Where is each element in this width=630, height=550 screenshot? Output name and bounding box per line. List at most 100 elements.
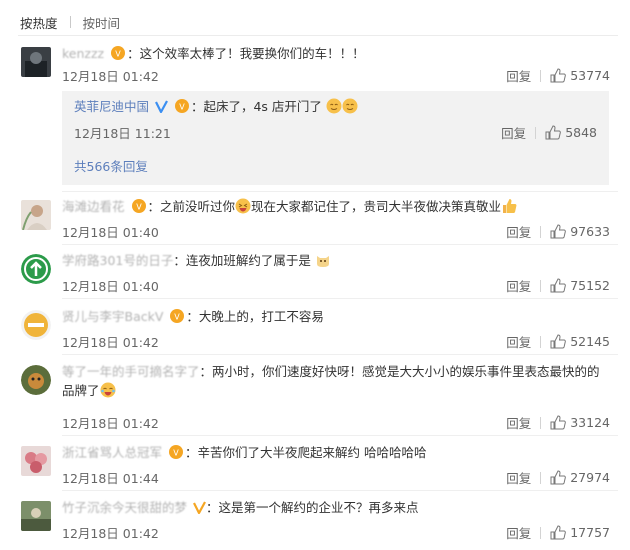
like-count: 53774 [570,68,610,83]
svg-text:V: V [173,449,179,458]
cat-emoji-icon [316,256,329,267]
comment-username[interactable]: kenzzz [62,46,104,61]
verified-v-icon [155,100,168,113]
comment-text: ：大晚上的，打工不容易 [186,309,324,324]
reply-text: ：起床了，4s 店开门了 [190,99,322,114]
comment-date: 12月18日 01:42 [62,416,159,431]
action-separator [540,416,542,429]
avatar[interactable] [21,501,51,531]
like-count: 27974 [570,470,610,485]
reply-button[interactable]: 回复 [506,276,531,295]
vip-badge-icon: V [110,45,127,61]
thumb-up-icon[interactable] [550,68,567,83]
thumb-up-icon[interactable] [550,224,567,239]
svg-text:V: V [115,50,121,59]
reply-actions: 回复 5848 [501,123,597,142]
thumb-up-icon[interactable] [545,125,562,140]
thumb-up-icon[interactable] [550,278,567,293]
vip-badge-icon: V [168,444,185,460]
emoji-icon [342,98,358,114]
comment-actions: 回复 33124 [506,413,610,432]
action-separator [540,471,542,484]
reply-button[interactable]: 回复 [506,468,531,487]
comment-date: 12月18日 01:42 [62,69,159,84]
comment-item: 学府路301号的日子：连夜加班解约了属于是 12月18日 01:40 回复 75… [18,251,618,294]
vip-badge-icon: V [174,98,191,114]
comment-item: 等了一年的手可摘名字了：两小时，你们速度好快呀！感觉是大大小小的娱乐事件里表态最… [18,362,618,431]
reply-button[interactable]: 回复 [506,332,531,351]
comment-date: 12月18日 01:40 [62,225,159,240]
comment-item: 浙江省骂人总冠军 V ：辛苦你们了大半夜爬起来解约 哈哈哈哈哈 12月18日 01… [18,443,618,486]
comment-item: kenzzz V ：这个效率太棒了！我要换你们的车！！！ 12月18日 01:42… [18,44,618,84]
thumb-up-icon[interactable] [550,415,567,430]
svg-text:V: V [179,103,185,112]
comment-username[interactable]: 浙江省骂人总冠军 [62,445,162,460]
comment-text: ：之前没听过你 [147,199,236,214]
comment-text: ：这个效率太棒了！我要换你们的车！！！ [127,46,365,61]
sort-bar: 按热度 按时间 [20,13,120,31]
sort-by-hot[interactable]: 按热度 [20,13,58,32]
action-separator [540,335,542,348]
comment-actions: 回复 52145 [506,332,610,351]
divider [62,191,618,192]
comment-text: 品牌了 [62,383,100,398]
like-count: 97633 [570,224,610,239]
divider [18,35,618,36]
thumb-up-icon[interactable] [550,525,567,540]
comment-item: 贤儿与李宇BackV V ：大晚上的，打工不容易 12月18日 01:42 回复 … [18,307,618,350]
sort-separator [69,16,71,28]
like-count: 33124 [570,415,610,430]
thumbs-up-emoji-icon [503,199,517,213]
verified-v-icon [193,501,206,514]
more-replies-link[interactable]: 共566条回复 [74,156,148,175]
divider [62,244,618,245]
reply-button[interactable]: 回复 [506,523,531,542]
avatar[interactable] [21,310,51,340]
avatar[interactable] [21,200,51,230]
avatar[interactable] [21,365,51,395]
reply-button[interactable]: 回复 [506,222,531,241]
comment-item: 海滩边看花 V ：之前没听过你 现在大家都记住了，贵司大半夜做决策真敬业 12月18… [18,197,618,240]
comment-text: 现在大家都记住了，贵司大半夜做决策真敬业 [251,199,502,214]
avatar[interactable] [21,47,51,77]
comment-date: 12月18日 01:42 [62,526,159,541]
comment-text: ：辛苦你们了大半夜爬起来解约 哈哈哈哈哈 [185,445,427,460]
like-count: 75152 [570,278,610,293]
comment-item: 竹子沉余今天很甜的梦 ：这是第一个解约的企业不？再多来点 12月18日 01:4… [18,498,618,541]
action-separator [535,126,537,139]
vip-badge-icon: V [131,198,148,214]
thumb-up-icon[interactable] [550,334,567,349]
action-separator [540,526,542,539]
reply-button[interactable]: 回复 [506,66,531,85]
reply-date: 12月18日 11:21 [74,126,171,141]
comment-username[interactable]: 海滩边看花 [62,199,125,214]
comment-date: 12月18日 01:44 [62,471,159,486]
sort-by-time[interactable]: 按时间 [83,13,121,32]
divider [62,354,618,355]
action-separator [540,225,542,238]
comment-actions: 回复 17757 [506,523,610,542]
comment-text: ：这是第一个解约的企业不？再多来点 [206,500,419,515]
divider [62,490,618,491]
avatar[interactable] [21,446,51,476]
action-separator [540,279,542,292]
like-count: 5848 [565,125,597,140]
reply-button[interactable]: 回复 [506,413,531,432]
comment-text: ：连夜加班解约了属于是 [173,253,311,268]
divider [62,298,618,299]
action-separator [540,69,542,82]
comment-username[interactable]: 等了一年的手可摘名字了 [62,364,200,379]
comment-actions: 回复 27974 [506,468,610,487]
reply-button[interactable]: 回复 [501,123,526,142]
vip-badge-icon: V [169,308,186,324]
comment-username[interactable]: 学府路301号的日子 [62,253,173,268]
laugh-cry-emoji-icon [100,382,116,398]
emoji-icon [326,98,342,114]
reply-username[interactable]: 英菲尼迪中国 [74,99,149,114]
comment-username[interactable]: 竹子沉余今天很甜的梦 [62,500,187,515]
avatar[interactable] [21,254,51,284]
thumb-up-icon[interactable] [550,470,567,485]
comment-username[interactable]: 贤儿与李宇BackV [62,309,163,324]
like-count: 17757 [570,525,610,540]
comment-actions: 回复 53774 [506,66,610,85]
